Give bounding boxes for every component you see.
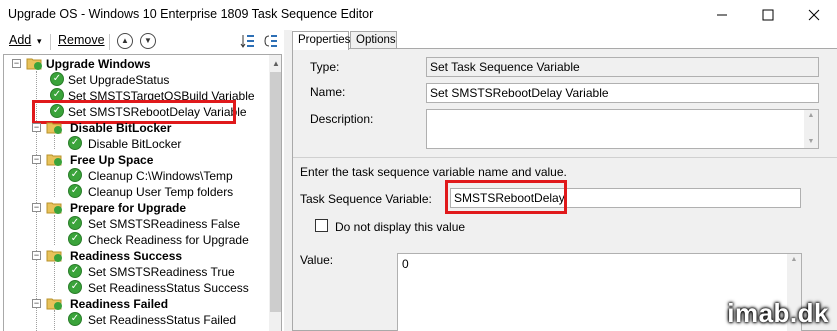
folder-check-icon [46, 154, 62, 166]
tree-item-set-readinessstatus-failed[interactable]: ✓ Set ReadinessStatus Failed [4, 312, 266, 328]
collapse-icon[interactable]: − [32, 251, 41, 260]
tree-item-free-up-space[interactable]: − Free Up Space [4, 152, 266, 168]
scrollbar-thumb[interactable] [270, 72, 281, 312]
tree-item-readiness-success[interactable]: − Readiness Success [4, 248, 266, 264]
sort-icon[interactable] [240, 33, 256, 49]
scroll-down-icon[interactable]: ▼ [804, 136, 818, 148]
tab-properties[interactable]: Properties [292, 31, 350, 50]
name-field[interactable]: Set SMSTSRebootDelay Variable [426, 83, 819, 103]
folder-check-icon [46, 122, 62, 134]
watermark: imab.dk [727, 298, 829, 328]
hide-value-label: Do not display this value [335, 220, 466, 234]
folder-check-icon [46, 202, 62, 214]
tree-item-label: Prepare for Upgrade [70, 201, 187, 215]
scroll-up-icon[interactable]: ▲ [804, 110, 818, 122]
description-scrollbar[interactable]: ▲ ▼ [804, 110, 818, 148]
tree-item-label: Cleanup C:\Windows\Temp [88, 169, 233, 183]
tree-item-set-readinessstatus-success[interactable]: ✓ Set ReadinessStatus Success [4, 280, 266, 296]
tree-item-label: Set SMSTSReadiness False [88, 217, 241, 231]
tree-item-label: Cleanup User Temp folders [88, 185, 234, 199]
folder-check-icon [46, 298, 62, 310]
tree-item-readiness-failed[interactable]: − Readiness Failed [4, 296, 266, 312]
tree-scrollbar[interactable]: ▲ [269, 55, 281, 331]
collapse-icon[interactable]: − [32, 155, 41, 164]
toolbar-separator [109, 34, 110, 50]
name-label: Name: [310, 85, 346, 99]
value-text: 0 [402, 257, 409, 271]
type-field: Set Task Sequence Variable [426, 57, 819, 77]
tree-item-set-smstsreadiness-true[interactable]: ✓ Set SMSTSReadiness True [4, 264, 266, 280]
toolbar-separator [50, 34, 51, 50]
tree-item-label: Check Readiness for Upgrade [88, 233, 249, 247]
variable-label: Task Sequence Variable: [300, 192, 432, 206]
collapse-icon[interactable]: − [32, 123, 41, 132]
tree-item-label: Set UpgradeStatus [68, 73, 170, 87]
minimize-icon [717, 14, 727, 16]
move-up-icon: ▲ [121, 36, 129, 45]
pane-splitter[interactable] [284, 30, 292, 331]
remove-button[interactable]: Remove [58, 33, 105, 47]
add-menu-button[interactable]: Add [9, 33, 31, 47]
tree-item-label: Disable BitLocker [88, 137, 182, 151]
title-bar: Upgrade OS - Windows 10 Enterprise 1809 … [0, 0, 837, 30]
field-highlight [445, 180, 567, 214]
toolbar: Add ▾ Remove ▲ ▼ [0, 30, 287, 52]
description-label: Description: [310, 112, 374, 126]
move-down-button[interactable]: ▼ [140, 33, 156, 49]
collapse-icon[interactable]: − [12, 59, 21, 68]
tab-options[interactable]: Options [350, 31, 397, 49]
folder-check-icon [26, 58, 42, 70]
tree-item-label: Disable BitLocker [70, 121, 172, 135]
tree-item-set-smstsreadiness-false[interactable]: ✓ Set SMSTSReadiness False [4, 216, 266, 232]
move-up-button[interactable]: ▲ [117, 33, 133, 49]
window-title: Upgrade OS - Windows 10 Enterprise 1809 … [8, 7, 374, 21]
tree-item-disable-bitlocker[interactable]: ✓ Disable BitLocker [4, 136, 266, 152]
tree-item-upgrade-windows[interactable]: − Upgrade Windows [4, 56, 266, 72]
properties-panel: Type: Set Task Sequence Variable Name: S… [292, 48, 837, 331]
instruction-text: Enter the task sequence variable name an… [300, 165, 567, 179]
tree-item-label: Readiness Success [70, 249, 183, 263]
tree-item-prepare-for-upgrade[interactable]: − Prepare for Upgrade [4, 200, 266, 216]
minimize-button[interactable] [699, 0, 745, 30]
maximize-icon [762, 9, 774, 21]
move-down-icon: ▼ [144, 36, 152, 45]
hide-value-checkbox[interactable] [315, 219, 328, 232]
value-label: Value: [300, 253, 334, 267]
collapse-icon[interactable]: − [32, 203, 41, 212]
close-icon [808, 9, 820, 21]
scroll-up-icon[interactable]: ▲ [787, 254, 801, 266]
folder-check-icon [46, 250, 62, 262]
check-icon: ✓ [68, 184, 82, 198]
section-divider [293, 157, 837, 158]
task-sequence-tree[interactable]: − Upgrade Windows ✓ Set UpgradeStatus ✓ … [3, 54, 282, 331]
check-icon: ✓ [68, 136, 82, 150]
tree-item-cleanup-windows-temp[interactable]: ✓ Cleanup C:\Windows\Temp [4, 168, 266, 184]
check-icon: ✓ [68, 216, 82, 230]
add-dropdown-arrow-icon[interactable]: ▾ [37, 36, 42, 47]
tree-item-label: Readiness Failed [70, 297, 169, 311]
check-icon: ✓ [68, 312, 82, 326]
tree-item-disable-bitlocker-group[interactable]: − Disable BitLocker [4, 120, 266, 136]
close-button[interactable] [791, 0, 837, 30]
check-icon: ✓ [68, 264, 82, 278]
check-icon: ✓ [68, 168, 82, 182]
check-icon: ✓ [68, 280, 82, 294]
check-icon: ✓ [68, 232, 82, 246]
tree-item-label: Set ReadinessStatus Success [88, 281, 249, 295]
tree-item-check-readiness[interactable]: ✓ Check Readiness for Upgrade [4, 232, 266, 248]
scroll-up-icon[interactable]: ▲ [269, 55, 281, 71]
type-label: Type: [310, 60, 340, 74]
description-field[interactable]: ▲ ▼ [426, 109, 819, 149]
collapse-icon[interactable] [263, 33, 279, 49]
tree-item-label: Upgrade Windows [46, 57, 151, 71]
collapse-icon[interactable]: − [32, 299, 41, 308]
maximize-button[interactable] [745, 0, 791, 30]
tree-item-label: Set ReadinessStatus Failed [88, 313, 237, 327]
tree-item-cleanup-user-temp[interactable]: ✓ Cleanup User Temp folders [4, 184, 266, 200]
check-icon: ✓ [50, 72, 64, 86]
tree-item-label: Free Up Space [70, 153, 154, 167]
tree-item-label: Set SMSTSReadiness True [88, 265, 235, 279]
tree-item-set-upgradestatus[interactable]: ✓ Set UpgradeStatus [4, 72, 266, 88]
